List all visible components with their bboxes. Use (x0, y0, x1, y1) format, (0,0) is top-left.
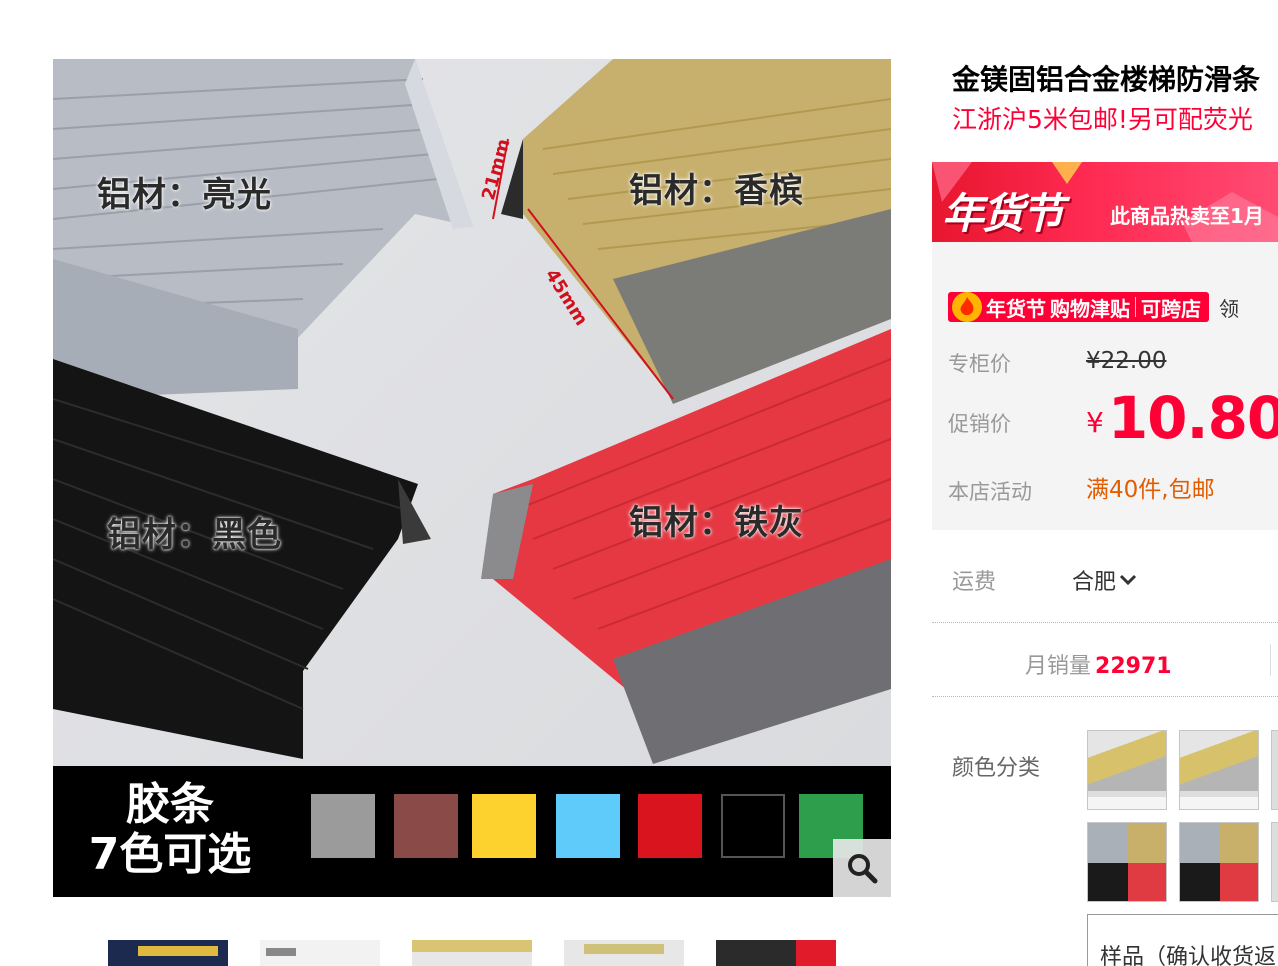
shipping-location: 合肥 (1072, 570, 1117, 595)
original-price: ¥22.00 (1086, 348, 1167, 374)
promo-price-value: 10.80 (1107, 384, 1278, 452)
swatch-yellow (472, 794, 536, 858)
swatch-title-line2: 7色可选 (88, 829, 252, 880)
color-option-2[interactable] (1179, 730, 1259, 810)
swatch-title: 胶条 7色可选 (75, 780, 265, 880)
swatch-gray (311, 794, 375, 858)
divider-top (932, 622, 1278, 623)
color-option-3[interactable] (1271, 730, 1278, 810)
label-champagne: 铝材：香槟 (629, 171, 804, 211)
store-activity-value: 满40件,包邮 (1086, 477, 1215, 503)
promo-price-label: 促销价 (948, 412, 1011, 436)
thumbnail-5[interactable] (716, 940, 836, 966)
swatch-brown (394, 794, 458, 858)
color-option-1[interactable] (1087, 730, 1167, 810)
currency-symbol: ¥ (1086, 406, 1104, 439)
monthly-sales: 月销量 22971 (1025, 648, 1172, 680)
zoom-button[interactable] (833, 839, 891, 897)
color-option-4[interactable] (1087, 822, 1167, 902)
swatch-title-line1: 胶条 (126, 779, 214, 830)
thumbnail-4[interactable] (564, 940, 684, 966)
sample-option-label: 样品（确认收货返 (1100, 945, 1277, 966)
product-title: 金镁固铝合金楼梯防滑条 (952, 63, 1261, 96)
label-bright: 铝材：亮光 (97, 175, 272, 215)
product-subtitle: 江浙沪5米包邮!另可配荧光 (952, 105, 1253, 134)
subsidy-tag-festival: 年货节 (986, 296, 1046, 321)
banner-text: 此商品热卖至1月 (1110, 204, 1264, 228)
divider-bottom (932, 696, 1278, 697)
subsidy-claim-link[interactable]: 领 (1219, 293, 1239, 322)
color-swatch-bar: 胶条 7色可选 (53, 766, 891, 897)
promo-price: ¥10.80 (1086, 384, 1278, 452)
fire-icon (952, 292, 982, 322)
shipping-location-select[interactable]: 合肥 (1072, 564, 1138, 596)
sample-option[interactable]: 样品（确认收货返 (1087, 914, 1278, 966)
main-product-image[interactable]: 铝材：亮光 铝材：香槟 铝材：黑色 铝材：铁灰 21mm 45mm 胶条 7色可… (53, 59, 891, 897)
subsidy-tag[interactable]: 年货节 购物津贴 可跨店 (948, 292, 1209, 322)
label-black: 铝材：黑色 (107, 515, 282, 555)
subsidy-separator (1135, 297, 1136, 317)
festival-banner[interactable]: 年货节 此商品热卖至1月 (932, 162, 1278, 242)
subsidy-tag-cross-store: 可跨店 (1141, 296, 1201, 321)
swatch-blue (556, 794, 620, 858)
banner-logo: 年货节 (942, 189, 1064, 238)
product-page: 铝材：亮光 铝材：香槟 铝材：黑色 铝材：铁灰 21mm 45mm 胶条 7色可… (0, 0, 1278, 966)
sales-divider (1270, 644, 1271, 676)
color-option-5[interactable] (1179, 822, 1259, 902)
color-category-label: 颜色分类 (952, 756, 1041, 781)
store-activity-label: 本店活动 (948, 480, 1032, 504)
subsidy-row[interactable]: 年货节 购物津贴 可跨店 领 (948, 290, 1239, 324)
original-price-label: 专柜价 (948, 352, 1011, 376)
thumbnail-3[interactable] (412, 940, 532, 966)
monthly-sales-label: 月销量 (1025, 654, 1092, 679)
shipping-label: 运费 (952, 570, 997, 595)
thumbnail-1[interactable] (108, 940, 228, 966)
thumbnail-2[interactable] (260, 940, 380, 966)
swatch-black (721, 794, 785, 858)
color-option-6[interactable] (1271, 822, 1278, 902)
chevron-down-icon (1119, 574, 1137, 586)
price-panel: 年货节 此商品热卖至1月 年货节 购物津贴 可跨店 领 专柜价 ¥22.00 促… (932, 162, 1278, 530)
label-iron-gray: 铝材：铁灰 (629, 503, 804, 543)
swatch-red (638, 794, 702, 858)
magnifier-icon (848, 854, 878, 884)
monthly-sales-value: 22971 (1095, 654, 1172, 679)
subsidy-tag-allowance: 购物津贴 (1050, 296, 1130, 321)
